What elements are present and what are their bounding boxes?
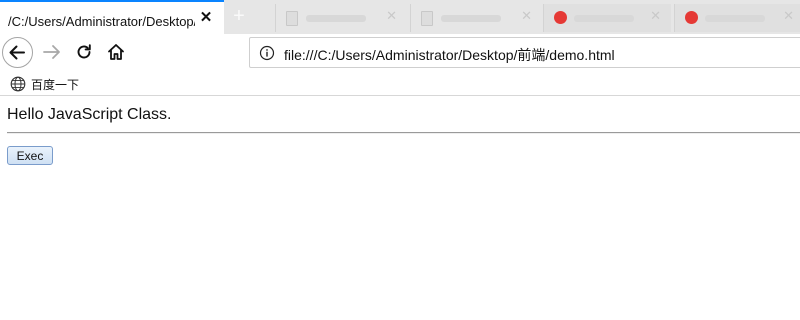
new-tab-button[interactable]: + xyxy=(229,5,249,27)
tab-close-icon[interactable]: ✕ xyxy=(197,8,215,28)
info-icon[interactable] xyxy=(259,45,275,61)
exec-button[interactable]: Exec xyxy=(7,146,53,165)
page-content: Hello JavaScript Class. Exec xyxy=(0,96,800,320)
tab-title: /C:/Users/Administrator/Desktop/前端/demo.… xyxy=(8,14,195,29)
navigation-bar: file:///C:/Users/Administrator/Desktop/前… xyxy=(0,34,800,72)
red-logo-icon xyxy=(554,11,567,24)
forward-arrow-icon xyxy=(43,45,60,59)
document-icon xyxy=(421,11,433,26)
document-icon xyxy=(286,11,298,26)
tab-title-blurred xyxy=(705,15,765,22)
home-button[interactable] xyxy=(106,42,126,62)
bookmarks-bar: 百度一下 xyxy=(0,72,800,96)
tab-title-blurred xyxy=(306,15,366,22)
reload-icon xyxy=(77,44,91,59)
reload-button[interactable] xyxy=(74,42,94,62)
address-bar[interactable]: file:///C:/Users/Administrator/Desktop/前… xyxy=(249,37,800,68)
tab-close-icon[interactable]: ✕ xyxy=(650,8,661,24)
back-arrow-icon xyxy=(9,45,25,60)
horizontal-rule xyxy=(7,132,800,134)
tab-background[interactable]: ✕ xyxy=(410,4,542,32)
globe-icon xyxy=(10,76,26,92)
tab-title-blurred xyxy=(441,15,501,22)
page-text: Hello JavaScript Class. xyxy=(7,106,172,123)
url-text[interactable]: file:///C:/Users/Administrator/Desktop/前… xyxy=(284,45,615,65)
bookmark-label: 百度一下 xyxy=(31,78,80,92)
tab-background[interactable]: ✕ xyxy=(674,4,800,32)
back-button[interactable] xyxy=(2,37,33,68)
tab-close-icon[interactable]: ✕ xyxy=(521,8,532,24)
home-icon xyxy=(108,44,124,60)
tab-close-icon[interactable]: ✕ xyxy=(386,8,397,24)
tab-active[interactable]: /C:/Users/Administrator/Desktop/前端/demo.… xyxy=(0,0,224,34)
forward-button[interactable] xyxy=(42,42,62,62)
tab-strip: /C:/Users/Administrator/Desktop/前端/demo.… xyxy=(0,0,800,34)
tab-background[interactable]: ✕ xyxy=(275,4,407,32)
red-logo-icon xyxy=(685,11,698,24)
tab-close-icon[interactable]: ✕ xyxy=(783,8,794,24)
tab-title-blurred xyxy=(574,15,634,22)
tab-background[interactable]: ✕ xyxy=(543,4,671,32)
